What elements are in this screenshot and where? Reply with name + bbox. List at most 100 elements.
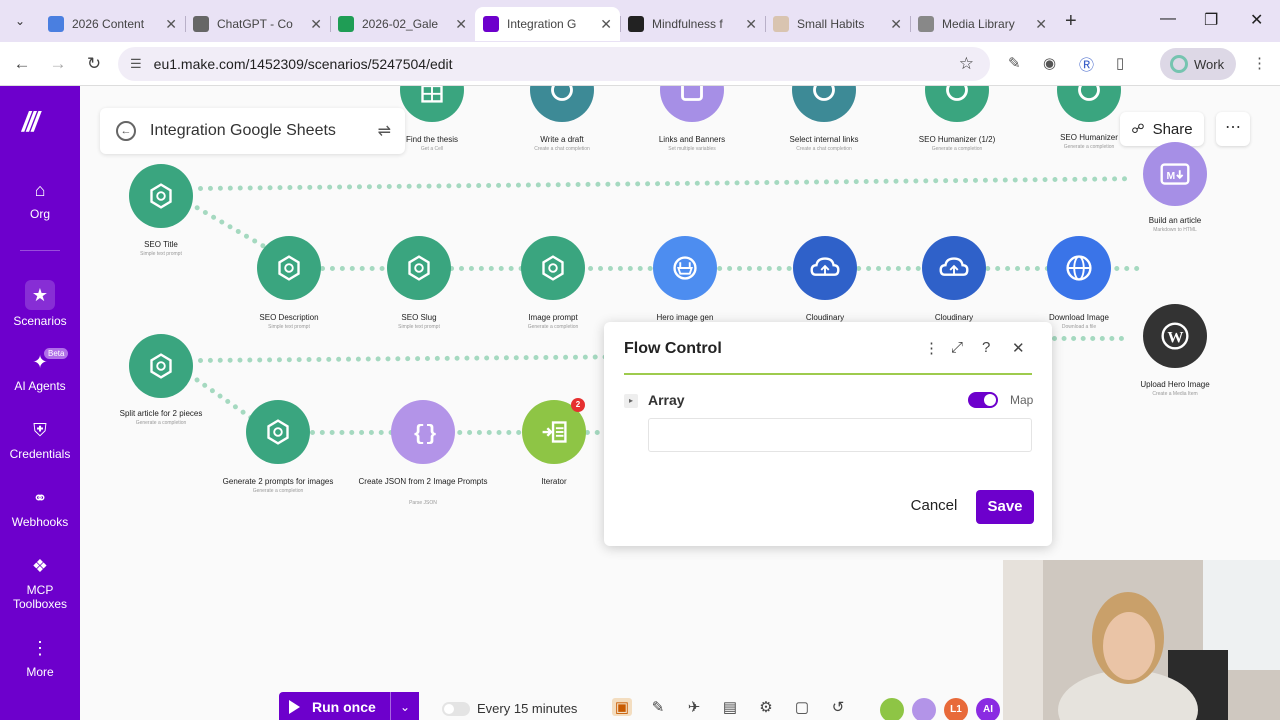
settings-gear-icon[interactable]: ⚙ — [756, 698, 776, 716]
sidebar-item-credentials[interactable]: ⛨ Credentials — [0, 420, 80, 461]
sidebar-item-mcp-toolboxes[interactable]: ❖ MCP Toolboxes — [0, 556, 80, 611]
magic-wand-icon[interactable]: ✎ — [648, 698, 668, 716]
module-select-internal-links[interactable] — [792, 86, 856, 122]
back-arrow-icon[interactable]: ← — [116, 121, 136, 141]
tab-close-icon[interactable]: ✕ — [455, 16, 467, 33]
pen-extension-icon[interactable]: ✎ — [1008, 54, 1021, 72]
browser-tab[interactable]: 2026-02_Gale ✕ — [330, 7, 475, 41]
module-seo-title[interactable] — [129, 164, 193, 228]
minimize-icon[interactable]: — — [1160, 10, 1176, 28]
module-label: Image prompt — [528, 313, 578, 322]
module-seo-description[interactable] — [257, 236, 321, 300]
run-options-chevron-icon[interactable]: ⌄ — [390, 692, 419, 720]
module-upload-hero-image[interactable]: W — [1143, 304, 1207, 368]
app-ai-icon[interactable]: AI — [976, 698, 1000, 720]
module-label: SEO Title — [144, 240, 178, 249]
tab-title: Media Library — [942, 17, 1015, 31]
module-sublabel: Generate a completion — [931, 146, 983, 152]
schedule-label[interactable]: Every 15 minutes — [477, 701, 577, 716]
table-icon[interactable]: ▤ — [720, 698, 740, 716]
sidebar-item-more[interactable]: ⋮ More — [0, 638, 80, 679]
scenario-title[interactable]: Integration Google Sheets — [150, 122, 336, 140]
restore-icon[interactable]: ❐ — [1204, 10, 1218, 30]
browser-menu-icon[interactable]: ⋮ — [1252, 54, 1267, 72]
tab-close-icon[interactable]: ✕ — [600, 16, 612, 33]
url-field[interactable]: ☰ eu1.make.com/1452309/scenarios/5247504… — [118, 47, 990, 81]
scheduling-icon[interactable]: ▣ — [612, 698, 632, 716]
module-sublabel: Set multiple variables — [668, 146, 716, 152]
app-l1-icon[interactable]: L1 — [944, 698, 968, 720]
tab-close-icon[interactable]: ✕ — [165, 16, 177, 33]
module-label: Create JSON from 2 Image Prompts — [358, 477, 488, 486]
module-download-image[interactable] — [1047, 236, 1111, 300]
back-icon[interactable]: ← — [4, 54, 40, 74]
close-icon[interactable]: ✕ — [1012, 339, 1025, 357]
app-tools-icon[interactable] — [880, 698, 904, 720]
tab-close-icon[interactable]: ✕ — [1035, 16, 1047, 33]
extensions-icon[interactable]: ▯ — [1116, 54, 1124, 72]
chevron-right-icon[interactable]: ▸ — [624, 394, 638, 408]
site-info-icon[interactable]: ☰ — [130, 56, 142, 72]
openai-icon — [150, 353, 172, 379]
schedule-toggle[interactable] — [442, 702, 470, 716]
tab-close-icon[interactable]: ✕ — [745, 16, 757, 33]
password-extension-icon[interactable]: Ⓡ — [1079, 54, 1094, 75]
module-seo-humanizer-2[interactable] — [1057, 86, 1121, 122]
module-sublabel: Markdown to HTML — [1153, 227, 1197, 233]
browser-tab[interactable]: Media Library ✕ — [910, 7, 1055, 41]
sidebar-item-webhooks[interactable]: ⚭ Webhooks — [0, 488, 80, 529]
scenario-settings-icon[interactable]: ⇌ — [378, 121, 391, 141]
tab-search-icon[interactable]: ⌄ — [0, 0, 40, 42]
address-bar: ← → ↻ ☰ eu1.make.com/1452309/scenarios/5… — [0, 42, 1280, 86]
close-window-icon[interactable]: ✕ — [1250, 10, 1263, 30]
save-button[interactable]: Save — [976, 490, 1034, 524]
module-label: Download Image — [1048, 313, 1110, 322]
browser-tab[interactable]: ChatGPT - Co ✕ — [185, 7, 330, 41]
airplane-icon[interactable]: ✈ — [684, 698, 704, 716]
module-label: Select internal links — [789, 135, 859, 144]
module-write-draft[interactable] — [530, 86, 594, 122]
module-cloudinary-1[interactable] — [793, 236, 857, 300]
module-seo-humanizer-1[interactable] — [925, 86, 989, 122]
tab-close-icon[interactable]: ✕ — [310, 16, 322, 33]
module-split-article[interactable] — [129, 334, 193, 398]
panel-divider — [624, 373, 1032, 375]
more-options-button[interactable]: ⋯ — [1216, 112, 1250, 146]
expand-icon[interactable]: ⤢ — [951, 339, 963, 356]
sidebar-item-scenarios[interactable]: ★ Scenarios — [0, 280, 80, 328]
browser-tab[interactable]: Integration G ✕ — [475, 7, 620, 41]
browser-tab[interactable]: 2026 Content ✕ — [40, 7, 185, 41]
history-icon[interactable]: ↺ — [828, 698, 848, 716]
camera-extension-icon[interactable]: ◉ — [1043, 54, 1056, 72]
browser-tab[interactable]: Mindfulness f ✕ — [620, 7, 765, 41]
forward-icon[interactable]: → — [40, 54, 76, 74]
module-find-thesis[interactable] — [400, 86, 464, 122]
notes-icon[interactable]: ▢ — [792, 698, 812, 716]
module-build-article[interactable]: M — [1143, 142, 1207, 206]
app-flow-control-icon[interactable] — [912, 698, 936, 720]
module-hero-image-gen[interactable] — [653, 236, 717, 300]
make-logo[interactable]: /// — [22, 106, 39, 138]
beta-badge: Beta — [44, 348, 69, 359]
help-icon[interactable]: ? — [982, 339, 990, 356]
tab-favicon-icon — [918, 16, 934, 32]
module-image-prompt[interactable] — [521, 236, 585, 300]
sidebar-item-ai-agents[interactable]: ✦ Beta AI Agents — [0, 348, 80, 393]
share-button[interactable]: ☍ Share — [1120, 112, 1204, 146]
profile-button[interactable]: Work — [1160, 48, 1236, 80]
tab-close-icon[interactable]: ✕ — [890, 16, 902, 33]
module-generate-prompts[interactable] — [246, 400, 310, 464]
module-seo-slug[interactable] — [387, 236, 451, 300]
panel-menu-icon[interactable]: ⋮ — [924, 339, 939, 357]
bookmark-star-icon[interactable]: ☆ — [959, 54, 974, 74]
browser-tab[interactable]: Small Habits ✕ — [765, 7, 910, 41]
module-cloudinary-2[interactable] — [922, 236, 986, 300]
map-toggle[interactable] — [968, 392, 998, 408]
module-links-banners[interactable] — [660, 86, 724, 122]
cancel-button[interactable]: Cancel — [900, 490, 968, 522]
reload-icon[interactable]: ↻ — [76, 54, 112, 74]
sidebar-item-org[interactable]: ⌂ Org — [0, 180, 80, 221]
module-create-json[interactable]: {} — [391, 400, 455, 464]
array-input[interactable] — [648, 418, 1032, 452]
new-tab-button[interactable]: + — [1065, 10, 1077, 33]
